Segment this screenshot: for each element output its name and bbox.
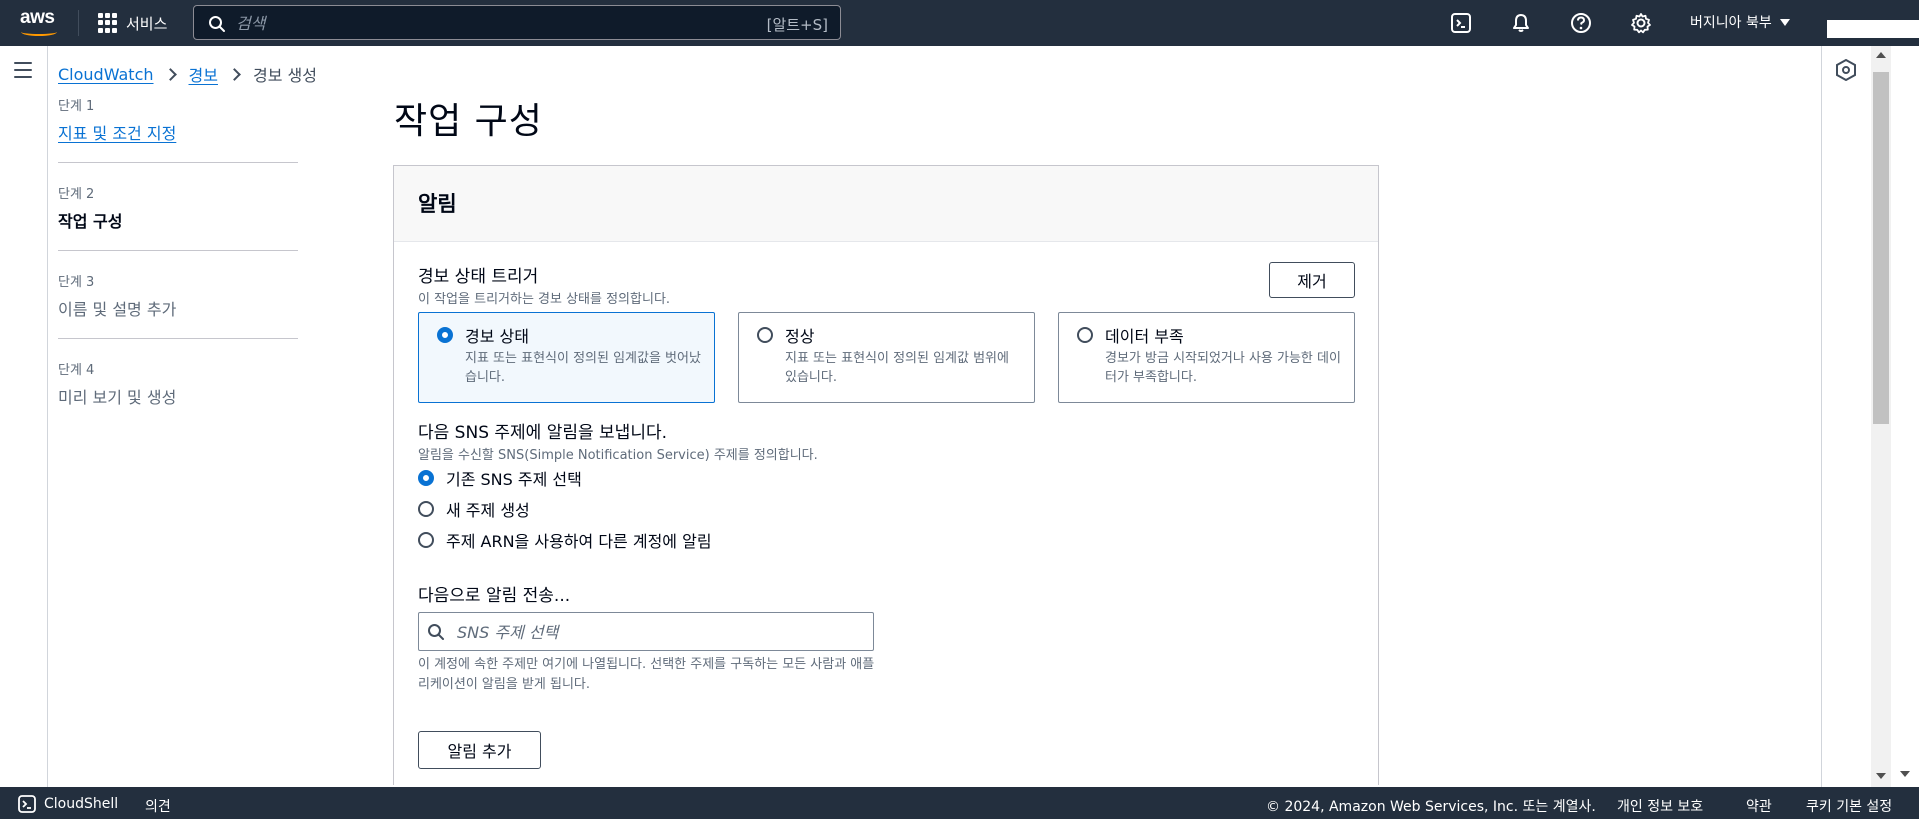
- remove-button[interactable]: 제거: [1269, 262, 1355, 298]
- account-menu[interactable]: [1827, 20, 1919, 38]
- right-tools-rail: [1821, 46, 1871, 787]
- cloudshell-icon: [18, 795, 36, 813]
- radio-topic-arn[interactable]: [418, 532, 434, 548]
- step-add-name-description: 이름 및 설명 추가: [58, 300, 177, 319]
- feedback-link[interactable]: 의견: [145, 796, 171, 816]
- hamburger-icon[interactable]: [14, 62, 32, 78]
- top-navigation: aws 서비스 [알트+S] 버지니아 북부: [0, 0, 1919, 46]
- nav-divider: [78, 10, 79, 36]
- cookie-preferences-link[interactable]: 쿠키 기본 설정: [1806, 796, 1892, 816]
- radio-new-topic[interactable]: [418, 501, 434, 517]
- gear-icon: [1631, 13, 1651, 34]
- step-preview-create: 미리 보기 및 생성: [58, 388, 177, 407]
- search-icon: [428, 624, 444, 640]
- search-shortcut-hint: [알트+S]: [766, 16, 828, 34]
- footer: CloudShell 의견 © 2024, Amazon Web Service…: [0, 787, 1919, 819]
- option-existing-topic[interactable]: 기존 SNS 주제 선택: [418, 466, 582, 490]
- sns-topic-search[interactable]: [418, 612, 874, 651]
- info-panel-icon[interactable]: [1836, 59, 1856, 81]
- tile-insufficient-data[interactable]: 데이터 부족 경보가 방금 시작되었거나 사용 가능한 데이터가 부족합니다.: [1058, 312, 1355, 403]
- tile-ok[interactable]: 정상 지표 또는 표현식이 정의된 임계값 범위에 있습니다.: [738, 312, 1035, 403]
- search-icon: [209, 16, 225, 32]
- left-navigation-rail: [0, 46, 48, 787]
- scroll-thumb[interactable]: [1873, 72, 1889, 424]
- cloudshell-icon: [1451, 13, 1471, 33]
- wizard-steps: 단계 1 지표 및 조건 지정 단계 2 작업 구성 단계 3 이름 및 설명 …: [58, 95, 298, 446]
- chevron-right-icon: [163, 67, 177, 81]
- breadcrumb-alarms[interactable]: 경보: [189, 62, 218, 86]
- step-number: 단계 2: [58, 187, 95, 202]
- aws-logo[interactable]: aws: [20, 8, 60, 38]
- wizard-step-2: 단계 2 작업 구성: [58, 183, 298, 251]
- settings-button[interactable]: [1629, 11, 1653, 35]
- page-scrollbar[interactable]: [1871, 46, 1891, 787]
- global-search-box[interactable]: [알트+S]: [193, 5, 841, 40]
- sns-topic-help-text: 이 계정에 속한 주제만 여기에 나열됩니다. 선택한 주제를 구독하는 모든 …: [418, 657, 875, 692]
- tile-in-alarm[interactable]: 경보 상태 지표 또는 표현식이 정의된 임계값을 벗어났습니다.: [418, 312, 715, 403]
- chevron-right-icon: [228, 67, 241, 81]
- wizard-step-3: 단계 3 이름 및 설명 추가: [58, 271, 298, 339]
- breadcrumb: CloudWatch 경보 경보 생성: [58, 62, 317, 86]
- terms-link[interactable]: 약관: [1746, 796, 1772, 816]
- alarm-state-trigger-description: 이 작업을 트리거하는 경보 상태를 정의합니다.: [418, 292, 671, 307]
- bell-icon: [1513, 14, 1529, 32]
- privacy-link[interactable]: 개인 정보 보호: [1617, 796, 1703, 816]
- breadcrumb-cloudwatch[interactable]: CloudWatch: [58, 65, 154, 84]
- option-label: 새 주제 생성: [446, 501, 530, 520]
- send-notification-label: 다음으로 알림 전송...: [418, 586, 571, 606]
- global-search-input[interactable]: [236, 10, 716, 36]
- radio-in-alarm[interactable]: [437, 327, 453, 343]
- grid-icon: [98, 13, 118, 33]
- radio-ok[interactable]: [757, 327, 773, 343]
- services-label: 서비스: [126, 14, 168, 33]
- option-topic-arn[interactable]: 주제 ARN을 사용하여 다른 계정에 알림: [418, 528, 712, 552]
- sns-topic-label: 다음 SNS 주제에 알림을 보냅니다.: [418, 423, 667, 443]
- tile-title: 정상: [785, 327, 815, 346]
- page-title: 작업 구성: [394, 101, 543, 142]
- notification-panel: 알림 경보 상태 트리거 이 작업을 트리거하는 경보 상태를 정의합니다. 제…: [393, 165, 1379, 785]
- panel-title: 알림: [418, 192, 457, 216]
- scroll-down-arrow[interactable]: [1900, 771, 1910, 777]
- tile-description: 지표 또는 표현식이 정의된 임계값 범위에 있습니다.: [785, 351, 1009, 385]
- option-label: 주제 ARN을 사용하여 다른 계정에 알림: [446, 532, 712, 551]
- outer-scroll-area: [1891, 46, 1919, 787]
- cloudshell-footer-button[interactable]: CloudShell: [18, 795, 118, 813]
- step-number: 단계 4: [58, 363, 95, 378]
- wizard-step-4: 단계 4 미리 보기 및 생성: [58, 359, 298, 426]
- panel-header: 알림: [394, 166, 1378, 242]
- option-label: 기존 SNS 주제 선택: [446, 470, 582, 489]
- cloudshell-label: CloudShell: [44, 796, 119, 812]
- step-link-metric-condition[interactable]: 지표 및 조건 지정: [58, 120, 298, 144]
- tile-title: 경보 상태: [465, 327, 529, 346]
- caret-down-icon: [1779, 18, 1790, 26]
- sns-topic-input[interactable]: [457, 619, 857, 645]
- step-number: 단계 1: [58, 99, 95, 114]
- region-label: 버지니아 북부: [1690, 15, 1772, 31]
- step-number: 단계 3: [58, 275, 95, 290]
- scroll-down-arrow[interactable]: [1876, 773, 1886, 779]
- help-icon: [1571, 13, 1591, 33]
- add-notification-button[interactable]: 알림 추가: [418, 731, 541, 769]
- option-new-topic[interactable]: 새 주제 생성: [418, 497, 530, 521]
- wizard-step-1: 단계 1 지표 및 조건 지정: [58, 95, 298, 163]
- radio-existing-topic[interactable]: [418, 470, 434, 486]
- tile-description: 경보가 방금 시작되었거나 사용 가능한 데이터가 부족합니다.: [1105, 351, 1341, 385]
- copyright-text: © 2024, Amazon Web Services, Inc. 또는 계열사…: [1266, 799, 1596, 815]
- step-current-configure-actions: 작업 구성: [58, 212, 123, 231]
- alarm-state-trigger-label: 경보 상태 트리거: [418, 267, 539, 287]
- region-selector[interactable]: 버지니아 북부: [1690, 12, 1790, 32]
- sns-topic-description: 알림을 수신할 SNS(Simple Notification Service)…: [418, 448, 818, 463]
- breadcrumb-current: 경보 생성: [252, 66, 317, 85]
- radio-insufficient-data[interactable]: [1077, 327, 1093, 343]
- aws-logo-text: aws: [20, 7, 55, 28]
- cloudshell-button[interactable]: [1449, 11, 1473, 35]
- aws-smile-mark: [21, 28, 57, 36]
- scroll-up-arrow[interactable]: [1876, 52, 1886, 58]
- notifications-button[interactable]: [1509, 11, 1533, 35]
- tile-title: 데이터 부족: [1105, 327, 1184, 346]
- tile-description: 지표 또는 표현식이 정의된 임계값을 벗어났습니다.: [465, 351, 701, 385]
- help-button[interactable]: [1569, 11, 1593, 35]
- services-menu-button[interactable]: 서비스: [98, 0, 167, 46]
